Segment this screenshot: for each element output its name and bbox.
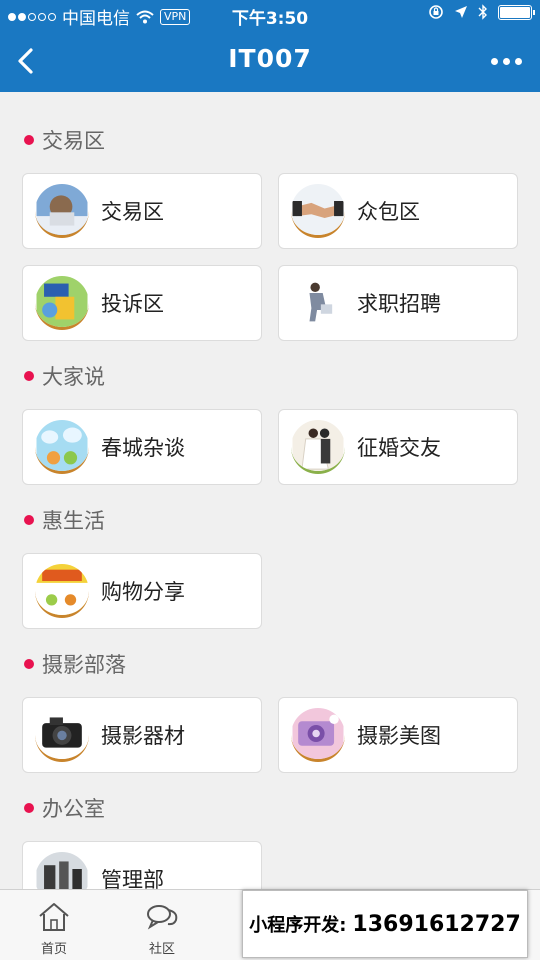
section-header-office: 办公室 [24,793,105,823]
job-icon [291,276,345,330]
location-icon [455,6,467,18]
photo-icon [291,708,345,762]
bullet-dot-icon [24,803,34,813]
category-card-dating[interactable]: 征婚交友 [278,409,518,485]
section-title: 办公室 [42,797,105,821]
battery-icon [498,4,535,20]
more-dot-icon [514,57,522,65]
shopping-icon [35,564,89,618]
category-card-jobs[interactable]: 求职招聘 [278,265,518,341]
category-card-complaint[interactable]: 投诉区 [22,265,262,341]
home-icon [39,903,69,931]
navigation-bar: IT007 [0,30,540,92]
wedding-icon [291,420,345,474]
bullet-dot-icon [24,135,34,145]
office-icon [35,852,89,889]
category-card-camera-gear[interactable]: 摄影器材 [22,697,262,773]
camera-icon [35,708,89,762]
card-label: 投诉区 [101,292,164,316]
promo-phone: 13691612727 [352,911,521,937]
community-icon [147,905,178,930]
card-label: 摄影器材 [101,724,185,748]
more-dot-icon [502,57,510,65]
bullet-dot-icon [24,371,34,381]
section-header-discussion: 大家说 [24,361,105,391]
card-label: 摄影美图 [357,724,441,748]
category-card-crowdsourcing[interactable]: 众包区 [278,173,518,249]
tab-label: 社区 [148,942,175,957]
section-title: 摄影部落 [42,653,126,677]
promo-banner: 小程序开发: 13691612727 [242,890,528,958]
section-title: 惠生活 [42,509,105,533]
category-card-shopping[interactable]: 购物分享 [22,553,262,629]
category-card-management[interactable]: 管理部 [22,841,262,889]
bluetooth-icon [478,4,487,20]
section-title: 交易区 [42,129,105,153]
section-header-life: 惠生活 [24,505,105,535]
card-label: 众包区 [357,200,420,224]
page-title: IT007 [228,44,312,73]
trade-icon [35,184,89,238]
section-title: 大家说 [42,365,105,389]
tab-community[interactable]: 社区 [108,890,216,960]
category-list[interactable]: 交易区 交易区 众包区 投诉区 求职招聘 大家说 春城杂谈 征婚交友 惠生活 购… [0,92,540,889]
more-menu-button[interactable] [486,52,526,70]
category-card-city-chat[interactable]: 春城杂谈 [22,409,262,485]
card-label: 春城杂谈 [101,436,185,460]
rotation-lock-icon [429,5,443,19]
tab-home[interactable]: 首页 [0,890,108,960]
complaint-icon [35,276,89,330]
category-card-trade[interactable]: 交易区 [22,173,262,249]
handshake-icon [291,184,345,238]
chat-icon [35,420,89,474]
status-right [428,4,535,20]
card-label: 求职招聘 [357,292,441,316]
tab-label: 首页 [40,942,67,957]
category-card-photo-gallery[interactable]: 摄影美图 [278,697,518,773]
more-dot-icon [490,57,498,65]
bullet-dot-icon [24,659,34,669]
card-label: 购物分享 [101,580,185,604]
promo-label: 小程序开发: [249,915,347,936]
bullet-dot-icon [24,515,34,525]
status-bar: 中国电信 VPN 下午3:50 [0,0,540,30]
card-label: 交易区 [101,200,164,224]
card-label: 管理部 [101,868,164,889]
section-header-photography: 摄影部落 [24,649,126,679]
section-header-trade: 交易区 [24,125,105,155]
card-label: 征婚交友 [357,436,441,460]
